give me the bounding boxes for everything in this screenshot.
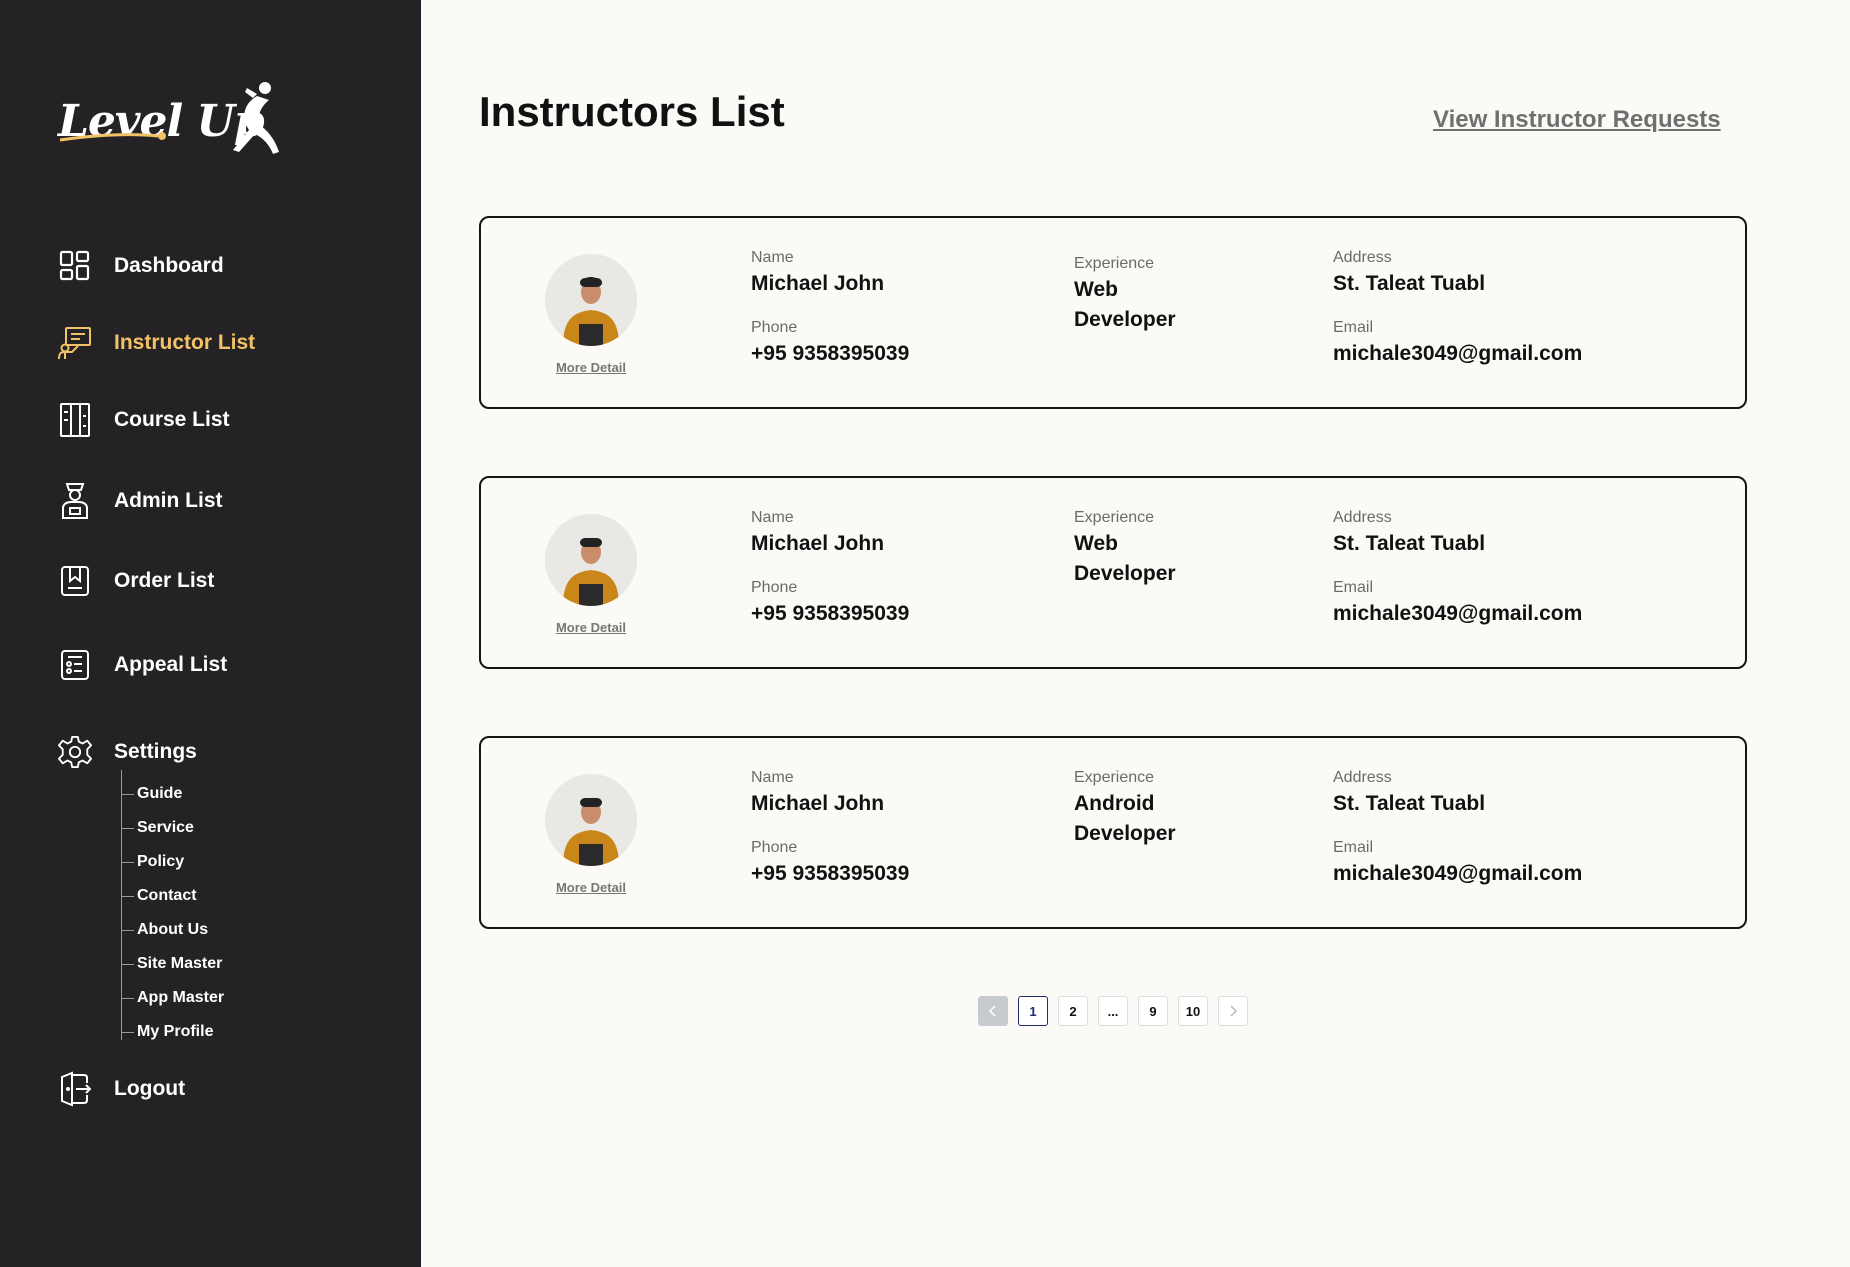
submenu-item-about-us[interactable]: About Us [122,918,208,942]
more-detail-link[interactable]: More Detail [529,360,653,375]
settings-submenu: Guide Service Policy Contact About Us Si… [121,770,322,1040]
sidebar-item-label: Settings [114,740,197,763]
instructor-address: St. Taleat Tuabl [1333,272,1486,295]
checklist-icon [58,647,92,683]
instructor-card: More Detail Name Michael John Phone +95 … [479,216,1747,409]
instructor-address: St. Taleat Tuabl [1333,792,1486,815]
email-label: Email [1333,579,1374,596]
instructor-address: St. Taleat Tuabl [1333,532,1486,555]
instructor-phone: +95 9358395039 [751,862,910,885]
submenu-item-contact[interactable]: Contact [122,884,197,908]
sidebar-item-label: Appeal List [114,653,228,676]
instructor-avatar[interactable] [545,254,637,346]
phone-label: Phone [751,579,798,596]
submenu-item-my-profile[interactable]: My Profile [122,1020,213,1044]
sidebar-item-label: Order List [114,569,215,592]
name-label: Name [751,509,794,526]
name-label: Name [751,249,794,266]
prev-page-button[interactable] [978,996,1008,1026]
page-button-2[interactable]: 2 [1058,996,1088,1026]
sidebar-item-dashboard[interactable]: Dashboard [58,246,224,286]
submenu-item-label: Site Master [137,955,223,972]
instructor-board-icon [58,325,92,361]
sidebar-item-settings[interactable]: Settings [58,732,197,772]
sidebar-item-admin-list[interactable]: Admin List [58,481,223,521]
instructor-card: More Detail Name Michael John Phone +95 … [479,736,1747,929]
submenu-item-label: Contact [137,887,197,904]
address-label: Address [1333,769,1392,786]
instructor-email: michale3049@gmail.com [1333,602,1583,625]
phone-label: Phone [751,319,798,336]
submenu-item-policy[interactable]: Policy [122,850,184,874]
name-label: Name [751,769,794,786]
instructor-name: Michael John [751,792,885,815]
sidebar-item-course-list[interactable]: Course List [58,400,230,440]
experience-label: Experience [1074,255,1155,272]
instructor-card: More Detail Name Michael John Phone +95 … [479,476,1747,669]
sidebar-item-label: Logout [114,1077,186,1100]
next-page-button[interactable] [1218,996,1248,1026]
more-detail-link[interactable]: More Detail [529,880,653,895]
gear-icon [58,734,92,770]
instructor-phone: +95 9358395039 [751,602,910,625]
email-label: Email [1333,839,1374,856]
more-detail-link[interactable]: More Detail [529,620,653,635]
submenu-item-service[interactable]: Service [122,816,194,840]
submenu-item-site-master[interactable]: Site Master [122,952,222,976]
email-label: Email [1333,319,1374,336]
instructor-avatar[interactable] [545,774,637,866]
submenu-item-label: Service [137,819,194,836]
experience-label: Experience [1074,769,1155,786]
address-label: Address [1333,249,1392,266]
experience-label: Experience [1074,509,1155,526]
chevron-left-icon [988,1005,996,1017]
submenu-item-label: My Profile [137,1023,214,1040]
logout-door-icon [58,1071,92,1107]
view-instructor-requests-link[interactable]: View Instructor Requests [1433,106,1721,134]
instructor-phone: +95 9358395039 [751,342,910,365]
instructor-name: Michael John [751,532,885,555]
sidebar-item-order-list[interactable]: Order List [58,561,214,601]
page-button-10[interactable]: 10 [1178,996,1208,1026]
sidebar-item-label: Dashboard [114,254,224,277]
book-shelf-icon [58,402,92,438]
logo-swoosh-icon [59,132,166,142]
sidebar-item-instructor-list[interactable]: Instructor List [58,323,255,363]
sidebar-item-logout[interactable]: Logout [58,1069,185,1109]
page-ellipsis: ... [1098,996,1128,1026]
address-label: Address [1333,509,1392,526]
page-button-1[interactable]: 1 [1018,996,1048,1026]
submenu-item-guide[interactable]: Guide [122,782,182,806]
logo-figure-icon [233,82,279,154]
admin-user-icon [58,483,92,519]
order-bookmark-icon [58,563,92,599]
dashboard-icon [58,248,92,284]
phone-label: Phone [751,839,798,856]
page-button-9[interactable]: 9 [1138,996,1168,1026]
sidebar-item-label: Course List [114,408,230,431]
sidebar-item-appeal-list[interactable]: Appeal List [58,645,227,685]
submenu-item-label: About Us [137,921,209,938]
brand-logo[interactable]: Level Up [58,78,279,158]
instructor-name: Michael John [751,272,885,295]
submenu-item-label: Guide [137,785,183,802]
sidebar-item-label: Instructor List [114,331,256,354]
chevron-right-icon [1230,1005,1238,1017]
submenu-item-app-master[interactable]: App Master [122,986,224,1010]
instructor-experience: Web Developer [1074,532,1176,585]
sidebar-item-label: Admin List [114,489,223,512]
submenu-item-label: Policy [137,853,185,870]
page-title: Instructors List [479,88,785,135]
instructor-email: michale3049@gmail.com [1333,342,1583,365]
instructor-email: michale3049@gmail.com [1333,862,1583,885]
instructor-experience: Web Developer [1074,278,1176,331]
sidebar: Level Up Dashboard Instructor List Cours… [0,0,421,1267]
instructor-experience: Android Developer [1074,792,1176,845]
submenu-item-label: App Master [137,989,225,1006]
pagination: 1 2 ... 9 10 [978,996,1258,1028]
instructor-avatar[interactable] [545,514,637,606]
